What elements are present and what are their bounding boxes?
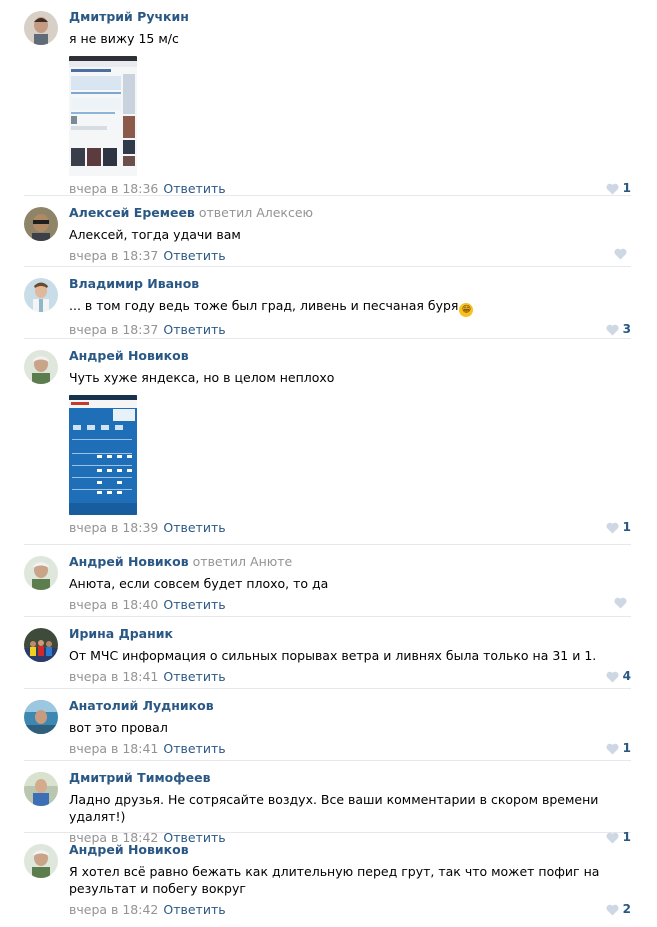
- comment-author[interactable]: Андрей Новиков: [69, 554, 189, 569]
- comment-author[interactable]: Владимир Иванов: [69, 276, 199, 291]
- comment-text: вот это провал: [69, 720, 168, 735]
- comment-author[interactable]: Андрей Новиков: [69, 348, 189, 363]
- like-button[interactable]: 1: [606, 520, 631, 535]
- reply-prefix: ответил: [198, 205, 253, 220]
- comment-date[interactable]: вчера в 18:37: [69, 322, 158, 337]
- avatar[interactable]: [24, 844, 58, 878]
- comment-date[interactable]: вчера в 18:41: [69, 669, 158, 684]
- like-count: 1: [622, 520, 631, 534]
- comment-text: Ладно друзья. Не сотрясайте воздух. Все …: [69, 792, 599, 824]
- reply-to-name[interactable]: Алексею: [256, 205, 313, 220]
- comment-author[interactable]: Андрей Новиков: [69, 842, 189, 857]
- reply-button[interactable]: Ответить: [163, 669, 225, 684]
- like-button[interactable]: 1: [606, 181, 631, 196]
- user-photo-icon: [24, 11, 58, 45]
- comment-author[interactable]: Анатолий Лудников: [69, 698, 214, 713]
- comment-date[interactable]: вчера в 18:42: [69, 902, 158, 917]
- like-count: 1: [622, 181, 631, 195]
- comment-text: я не вижу 15 м/с: [69, 31, 179, 46]
- comment-item: Ирина Драник От МЧС информация о сильных…: [24, 617, 631, 689]
- reply-button[interactable]: Ответить: [163, 741, 225, 756]
- like-button[interactable]: 1: [606, 741, 631, 756]
- user-photo-icon: [24, 207, 58, 241]
- reply-button[interactable]: Ответить: [163, 248, 225, 263]
- comment-date[interactable]: вчера в 18:39: [69, 520, 158, 535]
- avatar[interactable]: [24, 350, 58, 384]
- avatar[interactable]: [24, 628, 58, 662]
- like-count: 4: [622, 669, 631, 683]
- grin-emoji-icon: 😁: [459, 303, 474, 317]
- heart-icon: [614, 248, 627, 260]
- user-photo-icon: [24, 628, 58, 662]
- avatar[interactable]: [24, 11, 58, 45]
- like-button[interactable]: [614, 597, 631, 609]
- user-photo-icon: [24, 844, 58, 878]
- comment-text: Чуть хуже яндекса, но в целом неплохо: [69, 370, 335, 385]
- avatar[interactable]: [24, 700, 58, 734]
- comment-date[interactable]: вчера в 18:40: [69, 597, 158, 612]
- avatar[interactable]: [24, 772, 58, 806]
- comment-item: Дмитрий Тимофеев Ладно друзья. Не сотряс…: [24, 761, 631, 845]
- comment-author[interactable]: Дмитрий Тимофеев: [69, 770, 211, 785]
- comment-text: От МЧС информация о сильных порывах ветр…: [69, 648, 597, 663]
- heart-icon: [606, 183, 619, 194]
- user-photo-icon: [24, 772, 58, 806]
- comment-date[interactable]: вчера в 18:41: [69, 741, 158, 756]
- reply-button[interactable]: Ответить: [163, 322, 225, 337]
- comment-author[interactable]: Дмитрий Ручкин: [69, 9, 189, 24]
- user-photo-icon: [24, 278, 58, 312]
- reply-button[interactable]: Ответить: [163, 902, 225, 917]
- comment-text: Я хотел всё равно бежать как длительную …: [69, 864, 600, 896]
- attached-screenshot[interactable]: [69, 395, 137, 515]
- user-photo-icon: [24, 556, 58, 590]
- heart-icon: [606, 743, 619, 754]
- heart-icon: [614, 597, 627, 609]
- user-photo-icon: [24, 350, 58, 384]
- comment-date[interactable]: вчера в 18:37: [69, 248, 158, 263]
- reply-button[interactable]: Ответить: [163, 520, 225, 535]
- avatar[interactable]: [24, 556, 58, 590]
- comment-text: Алексей, тогда удачи вам: [69, 227, 241, 242]
- comment-text: Анюта, если совсем будет плохо, то да: [69, 576, 329, 591]
- reply-to-name[interactable]: Анюте: [250, 554, 292, 569]
- like-count: 1: [622, 741, 631, 755]
- like-button[interactable]: 3: [606, 322, 631, 337]
- comment-item: Дмитрий Ручкин я не вижу 15 м/с вчера в …: [24, 0, 631, 196]
- reply-button[interactable]: Ответить: [163, 597, 225, 612]
- like-count: 2: [622, 902, 631, 916]
- user-photo-icon: [24, 700, 58, 734]
- heart-icon: [606, 522, 619, 533]
- comment-author[interactable]: Ирина Драник: [69, 626, 173, 641]
- reply-button[interactable]: Ответить: [163, 181, 225, 196]
- avatar[interactable]: [24, 207, 58, 241]
- comment-date[interactable]: вчера в 18:36: [69, 181, 158, 196]
- comment-item: Алексей Еремеев ответил Алексею Алексей,…: [24, 196, 631, 267]
- like-button[interactable]: 2: [606, 902, 631, 917]
- comment-item: Андрей Новиков ответил Анюте Анюта, если…: [24, 545, 631, 617]
- comments-feed: Дмитрий Ручкин я не вижу 15 м/с вчера в …: [0, 0, 657, 921]
- comment-text: ... в том году ведь тоже был град, ливен…: [69, 297, 631, 317]
- heart-icon: [606, 904, 619, 915]
- like-button[interactable]: 4: [606, 669, 631, 684]
- comment-text-content: ... в том году ведь тоже был град, ливен…: [69, 298, 459, 313]
- comment-author[interactable]: Алексей Еремеев: [69, 205, 195, 220]
- comment-item: Анатолий Лудников вот это провал вчера в…: [24, 689, 631, 761]
- avatar[interactable]: [24, 278, 58, 312]
- heart-icon: [606, 671, 619, 682]
- reply-prefix: ответил: [192, 554, 247, 569]
- comment-item: Владимир Иванов ... в том году ведь тоже…: [24, 267, 631, 339]
- heart-icon: [606, 324, 619, 335]
- attached-screenshot[interactable]: [69, 56, 137, 176]
- comment-item: Андрей Новиков Чуть хуже яндекса, но в ц…: [24, 339, 631, 545]
- like-button[interactable]: [614, 248, 631, 260]
- like-count: 3: [622, 322, 631, 336]
- comment-item: Андрей Новиков Я хотел всё равно бежать …: [24, 833, 631, 921]
